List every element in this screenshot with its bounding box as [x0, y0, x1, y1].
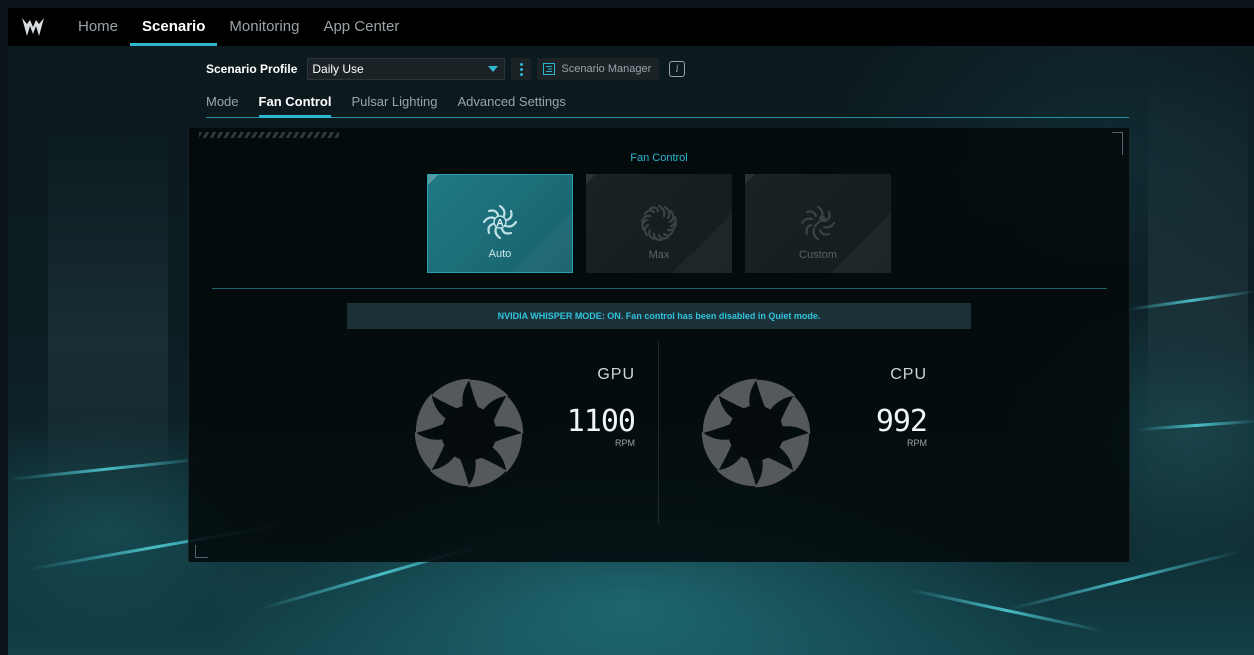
- panel-corner: [195, 545, 208, 558]
- tab-fan-control[interactable]: Fan Control: [258, 91, 331, 118]
- scenario-profile-bar: Scenario Profile Daily Use Scenario Mana…: [206, 57, 686, 81]
- fan-mode-max-button[interactable]: Max: [586, 174, 732, 273]
- list-icon: [543, 63, 556, 75]
- cpu-fan-label: CPU: [890, 366, 927, 383]
- gpu-fan-rpm-unit: RPM: [615, 438, 635, 448]
- more-options-icon[interactable]: [511, 58, 532, 80]
- predator-logo-icon: [20, 14, 46, 40]
- panel-decoration: [199, 132, 339, 138]
- scenario-manager-label: Scenario Manager: [561, 63, 652, 75]
- chevron-down-icon[interactable]: [486, 62, 500, 76]
- scenario-profile-value: Daily Use: [312, 62, 364, 76]
- cpu-fan-rpm: 992: [875, 404, 928, 439]
- section-divider: [212, 288, 1107, 289]
- fan-divider: [658, 342, 659, 524]
- scenario-profile-label: Scenario Profile: [206, 62, 298, 76]
- fan-control-panel: Fan Control A Auto Max Custom NVIDIA WHI…: [188, 128, 1130, 562]
- nav-scenario[interactable]: Scenario: [130, 8, 218, 46]
- gpu-fan-icon: [414, 378, 524, 488]
- scenario-profile-dropdown[interactable]: Daily Use: [307, 58, 506, 80]
- top-navigation: Home Scenario Monitoring App Center: [8, 8, 1254, 46]
- fan-mode-auto-button[interactable]: A Auto: [427, 174, 573, 273]
- gpu-fan-rpm: 1100: [566, 404, 636, 439]
- fan-mode-custom-button[interactable]: Custom: [745, 174, 891, 273]
- fan-mode-auto-label: Auto: [488, 248, 512, 260]
- scenario-subtabs: Mode Fan Control Pulsar Lighting Advance…: [206, 91, 1129, 118]
- scenario-manager-button[interactable]: Scenario Manager: [537, 58, 660, 80]
- cpu-fan-rpm-unit: RPM: [907, 438, 927, 448]
- gpu-fan-label: GPU: [597, 366, 635, 383]
- fan-control-title: Fan Control: [630, 152, 688, 164]
- nav-monitoring[interactable]: Monitoring: [217, 8, 311, 46]
- svg-text:A: A: [496, 218, 503, 229]
- cpu-fan-icon: [701, 378, 811, 488]
- info-icon[interactable]: i: [669, 61, 686, 77]
- whisper-mode-notice: NVIDIA WHISPER MODE: ON. Fan control has…: [347, 303, 971, 329]
- nav-home[interactable]: Home: [66, 8, 130, 46]
- tab-advanced-settings[interactable]: Advanced Settings: [457, 91, 565, 117]
- tab-mode[interactable]: Mode: [206, 91, 239, 117]
- fan-mode-max-label: Max: [648, 249, 670, 261]
- nav-app-center[interactable]: App Center: [311, 8, 411, 46]
- tab-pulsar-lighting[interactable]: Pulsar Lighting: [351, 91, 437, 117]
